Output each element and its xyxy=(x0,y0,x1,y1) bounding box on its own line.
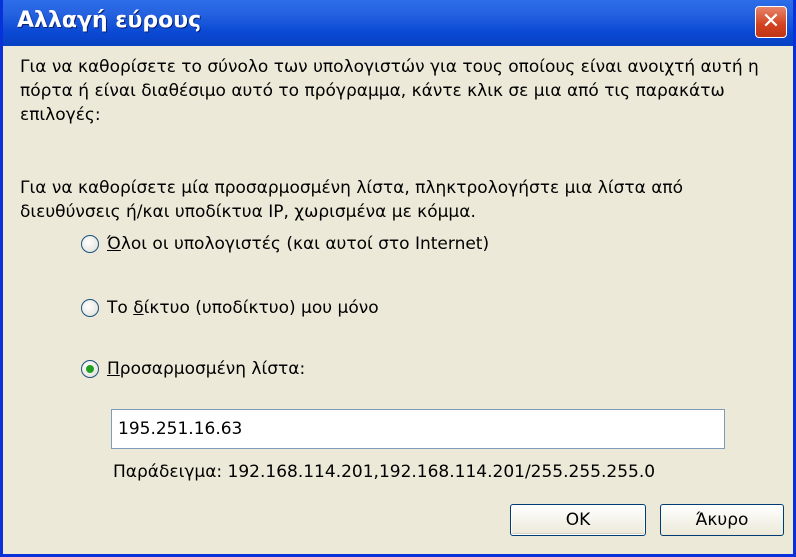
close-button[interactable]: ✕ xyxy=(755,6,787,38)
radio-label: Προσαρμοσμένη λίστα: xyxy=(107,359,306,379)
radio-button-selected[interactable] xyxy=(81,360,99,378)
close-icon: ✕ xyxy=(761,9,781,34)
title-bar[interactable]: Αλλαγή εύρους ✕ xyxy=(3,0,793,46)
custom-list-description: Για να καθορίσετε μία προσαρμοσμένη λίστ… xyxy=(20,178,684,222)
example-text: Παράδειγμα: 192.168.114.201,192.168.114.… xyxy=(113,462,656,482)
custom-list-input[interactable] xyxy=(111,409,725,449)
ok-button[interactable]: OK xyxy=(510,504,646,536)
radio-button[interactable] xyxy=(81,235,99,253)
radio-label: Το δίκτυο (υποδίκτυο) μου μόνο xyxy=(107,298,379,318)
change-scope-dialog: Αλλαγή εύρους ✕ Για να καθορίσετε το σύν… xyxy=(0,0,796,557)
description-text: Για να καθορίσετε το σύνολο των υπολογισ… xyxy=(20,57,759,125)
radio-button[interactable] xyxy=(81,299,99,317)
cancel-button[interactable]: Άκυρο xyxy=(660,504,784,536)
radio-custom-list[interactable]: Προσαρμοσμένη λίστα: xyxy=(81,357,305,381)
radio-label: Όλοι οι υπολογιστές (και αυτοί στο Inter… xyxy=(107,234,490,254)
radio-my-network-only[interactable]: Το δίκτυο (υποδίκτυο) μου μόνο xyxy=(81,296,379,320)
radio-all-computers[interactable]: Όλοι οι υπολογιστές (και αυτοί στο Inter… xyxy=(81,232,489,256)
dialog-title: Αλλαγή εύρους xyxy=(17,8,202,33)
